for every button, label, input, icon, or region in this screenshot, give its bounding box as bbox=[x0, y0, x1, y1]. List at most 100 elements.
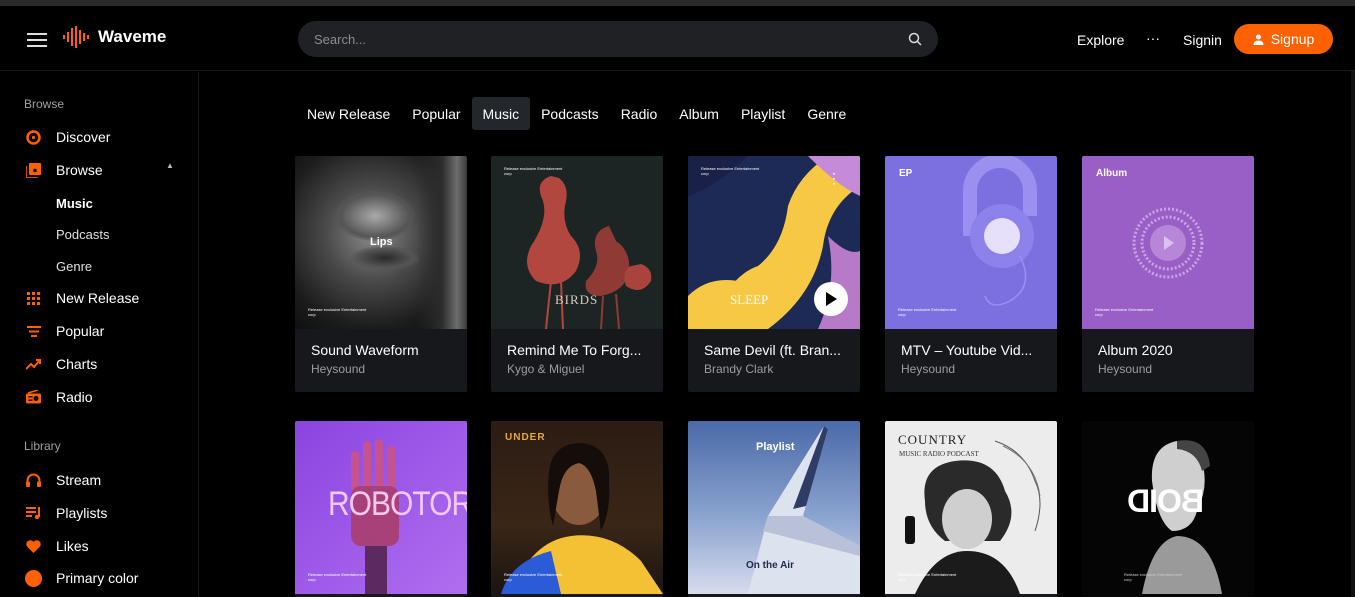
play-icon bbox=[826, 292, 837, 306]
app-name: Waveme bbox=[98, 27, 167, 46]
album-card[interactable]: Release exclusive Entertainment corp ⋮ S… bbox=[688, 156, 860, 392]
album-cover: UNDER Release exclusive Entertainment co… bbox=[491, 421, 663, 594]
tab-playlist[interactable]: Playlist bbox=[730, 97, 796, 130]
art-text: ROBOTOR bbox=[328, 485, 467, 523]
browse-icon bbox=[24, 162, 43, 178]
tab-radio[interactable]: Radio bbox=[610, 97, 669, 130]
disc-icon bbox=[24, 129, 43, 145]
sidebar-subitem-genre[interactable]: Genre bbox=[56, 259, 92, 274]
search-icon[interactable] bbox=[908, 32, 922, 46]
album-cover: Playlist On the Air bbox=[688, 421, 860, 594]
main-scrollbar[interactable] bbox=[1351, 71, 1355, 597]
sidebar-item-label: Stream bbox=[56, 472, 102, 488]
album-card[interactable]: Lips Release exclusive Entertainment cor… bbox=[295, 156, 467, 392]
art-small-print: Release exclusive Entertainment corp bbox=[701, 166, 760, 176]
sidebar-item-charts[interactable]: Charts bbox=[24, 356, 184, 372]
heart-icon bbox=[24, 538, 43, 554]
tab-album[interactable]: Album bbox=[668, 97, 730, 130]
sidebar-item-label: Browse bbox=[56, 162, 103, 178]
album-card[interactable]: Album Release exclusive Entertainment co… bbox=[1082, 156, 1254, 392]
track-title[interactable]: Album 2020 bbox=[1098, 342, 1244, 358]
art-text: Lips bbox=[370, 236, 393, 248]
sidebar-item-browse[interactable]: Browse ▲ bbox=[24, 161, 184, 178]
art-small-print: Release exclusive Entertainment corp bbox=[504, 572, 563, 582]
track-artist[interactable]: Heysound bbox=[901, 362, 955, 376]
art-text: BIRDS bbox=[555, 292, 599, 307]
tab-podcasts[interactable]: Podcasts bbox=[530, 97, 610, 130]
grid-icon bbox=[24, 290, 43, 306]
tab-popular[interactable]: Popular bbox=[401, 97, 471, 130]
track-artist[interactable]: Kygo & Miguel bbox=[507, 362, 584, 376]
track-artist[interactable]: Brandy Clark bbox=[704, 362, 773, 376]
art-small-print: Release exclusive Entertainment corp bbox=[898, 572, 957, 582]
art-text-2: On the Air bbox=[746, 560, 794, 571]
album-card[interactable]: Playlist On the Air bbox=[688, 421, 860, 597]
radio-icon bbox=[24, 389, 43, 405]
art-small-print: Release exclusive Entertainment corp bbox=[1124, 572, 1183, 582]
sidebar-item-label: New Release bbox=[56, 290, 140, 306]
top-header: Waveme Explore ··· Signin Signup bbox=[0, 6, 1355, 71]
album-cover: Lips Release exclusive Entertainment cor… bbox=[295, 156, 467, 329]
sidebar-item-label: Primary color bbox=[56, 570, 139, 586]
tab-music[interactable]: Music bbox=[471, 97, 531, 130]
explore-link[interactable]: Explore bbox=[1077, 32, 1124, 48]
art-text: BOID bbox=[1128, 483, 1204, 519]
search-input[interactable] bbox=[314, 31, 908, 47]
sidebar-item-label: Playlists bbox=[56, 505, 108, 521]
color-dot-icon bbox=[24, 569, 43, 587]
album-cover: ROBOTOR Release exclusive Entertainment … bbox=[295, 421, 467, 594]
sidebar-item-playlists[interactable]: Playlists bbox=[24, 505, 184, 521]
track-title[interactable]: Same Devil (ft. Bran... bbox=[704, 342, 850, 358]
play-button[interactable] bbox=[814, 282, 848, 316]
art-small-print: Release exclusive Entertainment corp bbox=[898, 307, 957, 317]
chevron-up-icon[interactable]: ▲ bbox=[166, 161, 174, 170]
album-cover: BOID Release exclusive Entertainment cor… bbox=[1082, 421, 1254, 594]
art-text: SLEEP bbox=[730, 292, 769, 307]
tab-genre[interactable]: Genre bbox=[796, 97, 857, 130]
signin-link[interactable]: Signin bbox=[1183, 32, 1222, 48]
album-cover: Album Release exclusive Entertainment co… bbox=[1082, 156, 1254, 329]
sidebar-subitem-podcasts[interactable]: Podcasts bbox=[56, 227, 109, 242]
sidebar-item-label: Radio bbox=[56, 389, 93, 405]
track-artist[interactable]: Heysound bbox=[311, 362, 365, 376]
album-card[interactable]: BOID Release exclusive Entertainment cor… bbox=[1082, 421, 1254, 597]
sidebar-item-primary-color[interactable]: Primary color bbox=[24, 569, 184, 587]
album-card[interactable]: Release exclusive Entertainment corp BIR… bbox=[491, 156, 663, 392]
library-section-title: Library bbox=[24, 439, 61, 453]
browse-section-title: Browse bbox=[24, 97, 65, 111]
signup-label: Signup bbox=[1270, 31, 1315, 47]
signup-button[interactable]: Signup bbox=[1234, 24, 1333, 54]
tab-new-release[interactable]: New Release bbox=[296, 97, 401, 130]
album-card[interactable]: ROBOTOR Release exclusive Entertainment … bbox=[295, 421, 467, 597]
waveform-logo-icon bbox=[63, 26, 89, 48]
sidebar-item-likes[interactable]: Likes bbox=[24, 538, 184, 554]
track-title[interactable]: Sound Waveform bbox=[311, 342, 457, 358]
more-vertical-icon[interactable]: ⋮ bbox=[827, 171, 841, 185]
sidebar-item-discover[interactable]: Discover bbox=[24, 129, 184, 145]
sidebar: Browse Discover Browse ▲ Music Podcasts … bbox=[0, 72, 199, 597]
headphones-icon bbox=[24, 472, 43, 488]
sidebar-subitem-music[interactable]: Music bbox=[56, 196, 93, 211]
album-card[interactable]: COUNTRY MUSIC RADIO PODCAST Release excl… bbox=[885, 421, 1057, 597]
menu-icon[interactable] bbox=[27, 33, 47, 47]
sidebar-item-label: Discover bbox=[56, 129, 111, 145]
sidebar-item-popular[interactable]: Popular bbox=[24, 323, 184, 339]
more-icon[interactable]: ··· bbox=[1146, 30, 1160, 46]
search-bar[interactable] bbox=[298, 21, 938, 57]
playlist-icon bbox=[24, 505, 43, 521]
track-title[interactable]: Remind Me To Forg... bbox=[507, 342, 653, 358]
album-card[interactable]: EP Release exclusive Entertainment corp … bbox=[885, 156, 1057, 392]
art-small-print: Release exclusive Entertainment corp bbox=[308, 307, 367, 317]
sidebar-item-radio[interactable]: Radio bbox=[24, 389, 184, 405]
list-icon bbox=[24, 323, 43, 339]
album-cover: EP Release exclusive Entertainment corp bbox=[885, 156, 1057, 329]
sidebar-item-new-release[interactable]: New Release bbox=[24, 290, 184, 306]
track-title[interactable]: MTV – Youtube Vid... bbox=[901, 342, 1047, 358]
album-cover: COUNTRY MUSIC RADIO PODCAST Release excl… bbox=[885, 421, 1057, 594]
track-artist[interactable]: Heysound bbox=[1098, 362, 1152, 376]
sidebar-item-stream[interactable]: Stream bbox=[24, 472, 184, 488]
app-logo[interactable]: Waveme bbox=[62, 26, 166, 48]
album-cover: Release exclusive Entertainment corp ⋮ S… bbox=[688, 156, 860, 329]
user-icon bbox=[1253, 34, 1264, 45]
album-card[interactable]: UNDER Release exclusive Entertainment co… bbox=[491, 421, 663, 597]
